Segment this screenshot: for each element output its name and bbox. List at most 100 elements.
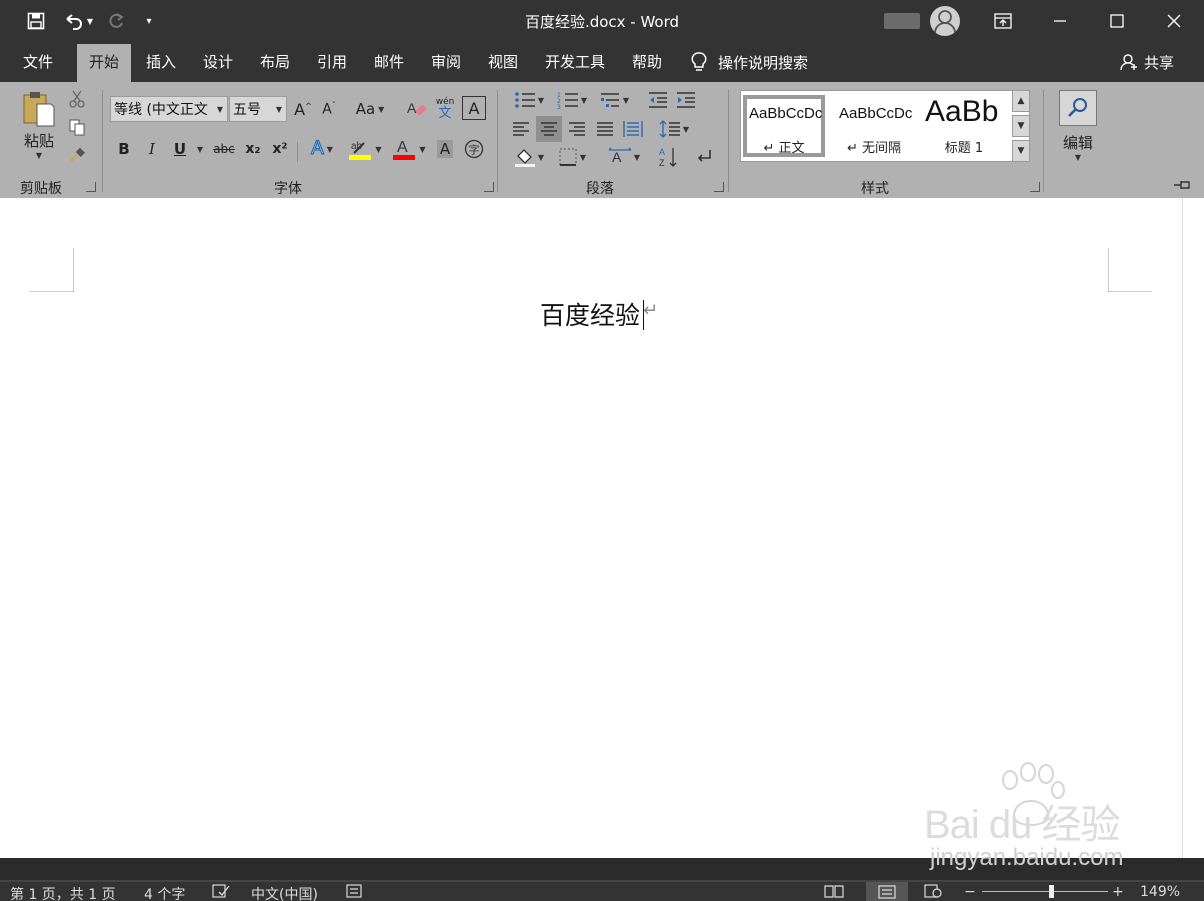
align-right-icon bbox=[569, 122, 585, 136]
read-mode-icon[interactable] bbox=[824, 884, 844, 901]
paste-button[interactable]: 粘贴 ▼ bbox=[18, 88, 60, 162]
document-paragraph[interactable]: 百度经验 bbox=[540, 296, 640, 332]
close-button[interactable] bbox=[1145, 0, 1202, 42]
word-count[interactable]: 4 个字 bbox=[144, 884, 185, 901]
increase-indent-button[interactable] bbox=[674, 88, 698, 112]
enclose-characters-button[interactable]: 字 bbox=[462, 136, 486, 162]
cut-button[interactable] bbox=[66, 88, 88, 110]
multilevel-list-button[interactable]: ▼ bbox=[596, 88, 632, 112]
avatar[interactable] bbox=[930, 6, 960, 36]
customize-qat-icon[interactable]: ▾ bbox=[140, 8, 158, 34]
clipboard-dialog-launcher[interactable] bbox=[86, 182, 96, 192]
line-spacing-button[interactable]: ▼ bbox=[654, 116, 694, 142]
minimize-button[interactable] bbox=[1031, 0, 1088, 42]
style-heading-1[interactable]: AaBb 标题 1 bbox=[923, 95, 1005, 157]
styles-scroll-down-button[interactable]: ▼ bbox=[1012, 115, 1030, 137]
tab-file[interactable]: 文件 bbox=[10, 42, 66, 82]
editing-button[interactable]: 编辑 ▼ bbox=[1056, 86, 1100, 166]
character-shading-button[interactable]: A bbox=[434, 136, 456, 162]
save-icon[interactable] bbox=[24, 8, 48, 34]
styles-scroll-up-button[interactable]: ▲ bbox=[1012, 90, 1030, 112]
italic-button[interactable]: I bbox=[142, 136, 162, 162]
print-layout-icon[interactable] bbox=[866, 882, 908, 901]
underline-dropdown[interactable]: ▼ bbox=[194, 136, 206, 162]
align-right-button[interactable] bbox=[564, 116, 590, 142]
numbering-button[interactable]: 123 ▼ bbox=[552, 88, 592, 112]
undo-icon bbox=[66, 14, 82, 30]
change-case-button[interactable]: Aa ▼ bbox=[352, 96, 388, 122]
borders-button[interactable]: ▼ bbox=[552, 144, 592, 170]
font-size-combo[interactable]: 五号 ▼ bbox=[229, 96, 287, 122]
tab-insert[interactable]: 插入 bbox=[136, 42, 186, 82]
underline-button[interactable]: U bbox=[170, 136, 190, 162]
tab-mailings[interactable]: 邮件 bbox=[364, 42, 414, 82]
text-effects-button[interactable]: A ▼ bbox=[304, 136, 340, 162]
vertical-scrollbar[interactable] bbox=[1182, 198, 1204, 858]
asian-layout-icon: A bbox=[608, 147, 632, 165]
format-painter-button[interactable] bbox=[66, 144, 88, 166]
macro-recording-icon[interactable] bbox=[346, 884, 362, 901]
share-button[interactable]: 共享 bbox=[1120, 42, 1174, 82]
sort-button[interactable]: AZ bbox=[656, 144, 680, 170]
bold-button[interactable]: B bbox=[114, 136, 134, 162]
ribbon-display-options-button[interactable] bbox=[974, 0, 1031, 42]
bullets-button[interactable]: ▼ bbox=[510, 88, 548, 112]
zoom-level[interactable]: 149% bbox=[1140, 884, 1180, 900]
tab-layout[interactable]: 布局 bbox=[250, 42, 300, 82]
tab-home[interactable]: 开始 bbox=[77, 44, 131, 82]
zoom-out-icon[interactable]: − bbox=[964, 884, 976, 900]
zoom-in-icon[interactable]: + bbox=[1112, 884, 1124, 900]
zoom-slider[interactable] bbox=[982, 891, 1108, 892]
language[interactable]: 中文(中国) bbox=[251, 884, 318, 901]
redo-icon[interactable] bbox=[104, 8, 128, 34]
align-center-button[interactable] bbox=[536, 116, 562, 142]
style-no-spacing[interactable]: AaBbCcDc ↵ 无间隔 bbox=[833, 95, 915, 157]
grow-font-button[interactable]: A^ bbox=[292, 96, 314, 122]
copy-button[interactable] bbox=[66, 116, 88, 138]
undo-button[interactable]: ▼ bbox=[60, 8, 96, 34]
strikethrough-button[interactable]: abc bbox=[210, 136, 238, 162]
tab-design[interactable]: 设计 bbox=[193, 42, 243, 82]
proofing-icon[interactable] bbox=[212, 884, 230, 901]
page-count[interactable]: 第 1 页，共 1 页 bbox=[10, 884, 116, 901]
character-border-button[interactable]: A bbox=[462, 96, 486, 120]
phonetic-guide-button[interactable]: wén 文 bbox=[432, 96, 458, 122]
account-name[interactable] bbox=[884, 13, 920, 29]
shrink-font-button[interactable]: Aˇ bbox=[318, 96, 340, 122]
web-layout-icon[interactable] bbox=[924, 884, 942, 901]
font-dialog-launcher[interactable] bbox=[484, 182, 494, 192]
title-bar: ▼ ▾ 百度经验.docx - Word bbox=[0, 0, 1204, 42]
superscript-button[interactable]: x² bbox=[269, 136, 291, 162]
styles-more-button[interactable]: ▼ bbox=[1012, 140, 1030, 162]
asian-layout-button[interactable]: A ▼ bbox=[604, 144, 644, 170]
tab-references[interactable]: 引用 bbox=[307, 42, 357, 82]
tab-review[interactable]: 审阅 bbox=[421, 42, 471, 82]
tell-me-search[interactable]: 操作说明搜索 bbox=[690, 42, 808, 82]
shading-button[interactable]: ▼ bbox=[510, 144, 548, 170]
highlight-color-button[interactable]: ab ▼ bbox=[346, 136, 384, 162]
subscript-button[interactable]: x₂ bbox=[242, 136, 264, 162]
chevron-down-icon: ▼ bbox=[378, 104, 385, 114]
paragraph-dialog-launcher[interactable] bbox=[714, 182, 724, 192]
scissors-icon bbox=[69, 90, 85, 108]
show-hide-marks-button[interactable] bbox=[692, 144, 716, 170]
distributed-button[interactable] bbox=[620, 116, 646, 142]
styles-dialog-launcher[interactable] bbox=[1030, 182, 1040, 192]
justify-button[interactable] bbox=[592, 116, 618, 142]
svg-text:Z: Z bbox=[659, 158, 665, 168]
font-color-button[interactable]: A ▼ bbox=[390, 136, 428, 162]
style-normal[interactable]: AaBbCcDc ↵ 正文 bbox=[743, 95, 825, 157]
tab-developer[interactable]: 开发工具 bbox=[536, 42, 614, 82]
zoom-slider-thumb[interactable] bbox=[1049, 885, 1054, 898]
maximize-button[interactable] bbox=[1088, 0, 1145, 42]
increase-indent-icon bbox=[677, 92, 695, 108]
decrease-indent-button[interactable] bbox=[646, 88, 670, 112]
tab-view[interactable]: 视图 bbox=[478, 42, 528, 82]
paintbrush-icon bbox=[69, 147, 85, 163]
decrease-indent-icon bbox=[649, 92, 667, 108]
tab-help[interactable]: 帮助 bbox=[622, 42, 672, 82]
font-name-combo[interactable]: 等线 (中文正文 ▼ bbox=[110, 96, 228, 122]
clear-formatting-button[interactable]: A bbox=[404, 96, 430, 122]
pin-ribbon-button[interactable] bbox=[1172, 178, 1196, 192]
align-left-button[interactable] bbox=[508, 116, 534, 142]
